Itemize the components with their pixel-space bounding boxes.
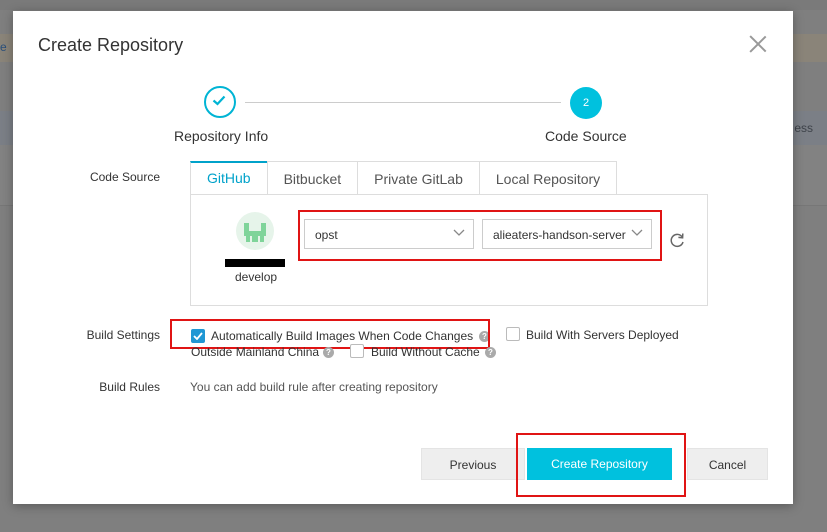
cancel-button[interactable]: Cancel: [687, 448, 768, 480]
build-rules-label: Build Rules: [99, 380, 160, 394]
build-rules-text: You can add build rule after creating re…: [190, 380, 438, 394]
tab-private-gitlab[interactable]: Private GitLab: [357, 161, 480, 194]
account-name: develop: [235, 270, 278, 284]
select-highlight-box: [298, 210, 662, 261]
avatar: [236, 212, 274, 250]
redacted-username: [225, 259, 285, 267]
background-topbar: [0, 0, 827, 10]
tab-local-repository[interactable]: Local Repository: [478, 161, 618, 194]
tab-github[interactable]: GitHub: [190, 161, 268, 196]
step-1-label: Repository Info: [174, 128, 269, 144]
create-button-highlight-box: [516, 433, 686, 497]
code-source-label: Code Source: [89, 170, 160, 184]
background-table-header-text: ess: [794, 121, 813, 135]
build-settings-label: Build Settings: [86, 328, 160, 342]
step-2-indicator: 2: [570, 87, 602, 119]
no-cache-label: Build Without Cache: [371, 345, 480, 359]
build-overseas-checkbox[interactable]: [506, 327, 520, 341]
step-1-done-indicator: [204, 86, 236, 118]
check-icon: [212, 95, 226, 106]
refresh-icon[interactable]: [668, 231, 686, 249]
dialog-title: Create Repository: [38, 35, 184, 55]
github-identicon-icon: [244, 223, 266, 242]
help-icon[interactable]: ?: [323, 347, 334, 358]
code-source-tabs: GitHub Bitbucket Private GitLab Local Re…: [190, 161, 618, 196]
help-icon[interactable]: ?: [485, 347, 496, 358]
build-overseas-label: Build With Servers Deployed: [526, 328, 679, 342]
previous-button[interactable]: Previous: [421, 448, 525, 480]
background-notice-text: e: [0, 40, 7, 54]
build-overseas-label-line2: Outside Mainland China: [191, 345, 320, 359]
create-repository-dialog: Create Repository 2 Repository Info Code…: [13, 11, 793, 504]
no-cache-checkbox[interactable]: [350, 344, 364, 358]
step-2-label: Code Source: [545, 128, 627, 144]
steps-connector: [245, 102, 561, 103]
close-icon[interactable]: [749, 35, 767, 53]
tab-bitbucket[interactable]: Bitbucket: [266, 161, 359, 194]
github-panel: develop opst alieaters-handson-server: [190, 194, 708, 306]
